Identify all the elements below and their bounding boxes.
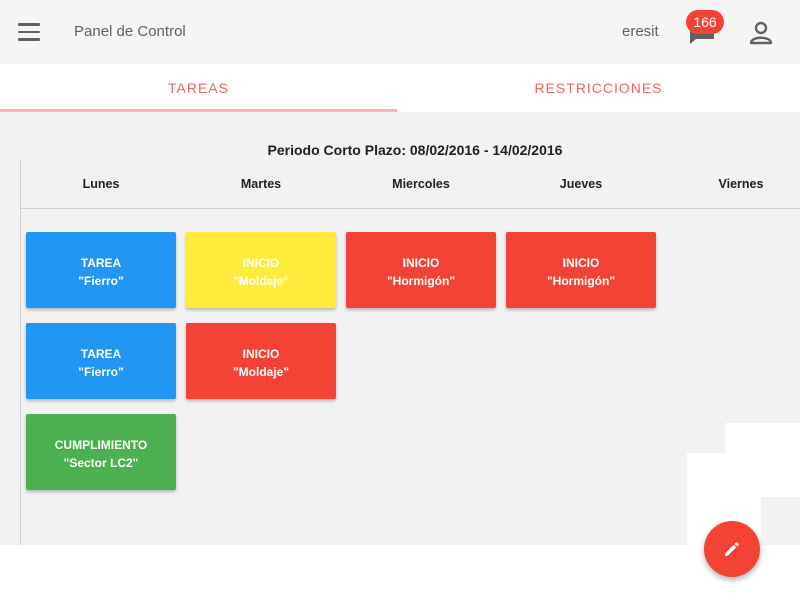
card-type: INICIO [562, 256, 600, 270]
task-card[interactable]: INICIO "Hormigón" [506, 232, 656, 308]
tab-bar: TAREAS RESTRICCIONES [0, 64, 800, 112]
app-title: Panel de Control [74, 23, 186, 40]
tab-restricciones[interactable]: RESTRICCIONES [397, 64, 800, 112]
card-type: INICIO [242, 347, 280, 361]
person-icon[interactable] [748, 20, 774, 46]
task-card[interactable]: INICIO "Hormigón" [346, 232, 496, 308]
task-card[interactable]: INICIO "Moldaje" [186, 323, 336, 399]
card-subject: "Moldaje" [232, 274, 290, 288]
app-bar: Panel de Control eresit 166 [0, 0, 800, 64]
card-type: TAREA [80, 347, 122, 361]
card-subject: "Moldaje" [232, 365, 290, 379]
card-subject: "Hormigón" [386, 274, 456, 288]
card-subject: "Hormigón" [546, 274, 616, 288]
period-title: Periodo Corto Plazo: 08/02/2016 - 14/02/… [267, 142, 563, 158]
divider [20, 160, 21, 545]
day-header-lunes: Lunes [82, 177, 120, 191]
card-type: INICIO [402, 256, 440, 270]
card-type: TAREA [80, 256, 122, 270]
task-card[interactable]: TAREA "Fierro" [26, 232, 176, 308]
card-type: CUMPLIMIENTO [54, 438, 148, 452]
card-subject: "Fierro" [78, 274, 124, 288]
edit-fab-button[interactable] [704, 521, 760, 577]
task-card[interactable]: INICIO "Moldaje" [186, 232, 336, 308]
tab-tareas[interactable]: TAREAS [0, 64, 397, 112]
schedule-panel: Periodo Corto Plazo: 08/02/2016 - 14/02/… [0, 112, 800, 545]
overlay-block [687, 453, 800, 497]
day-header-martes: Martes [240, 177, 282, 191]
menu-icon[interactable] [18, 23, 42, 41]
divider [20, 208, 800, 209]
overlay-block [725, 423, 800, 453]
pencil-icon [725, 542, 739, 556]
day-header-jueves: Jueves [559, 177, 603, 191]
user-name[interactable]: eresit [622, 23, 659, 40]
card-subject: "Sector LC2" [63, 456, 139, 470]
day-header-viernes: Viernes [718, 177, 764, 191]
notification-badge[interactable]: 166 [686, 10, 724, 34]
task-card[interactable]: CUMPLIMIENTO "Sector LC2" [26, 414, 176, 490]
day-header-miercoles: Miercoles [392, 177, 450, 191]
card-type: INICIO [242, 256, 280, 270]
task-card[interactable]: TAREA "Fierro" [26, 323, 176, 399]
card-subject: "Fierro" [78, 365, 124, 379]
